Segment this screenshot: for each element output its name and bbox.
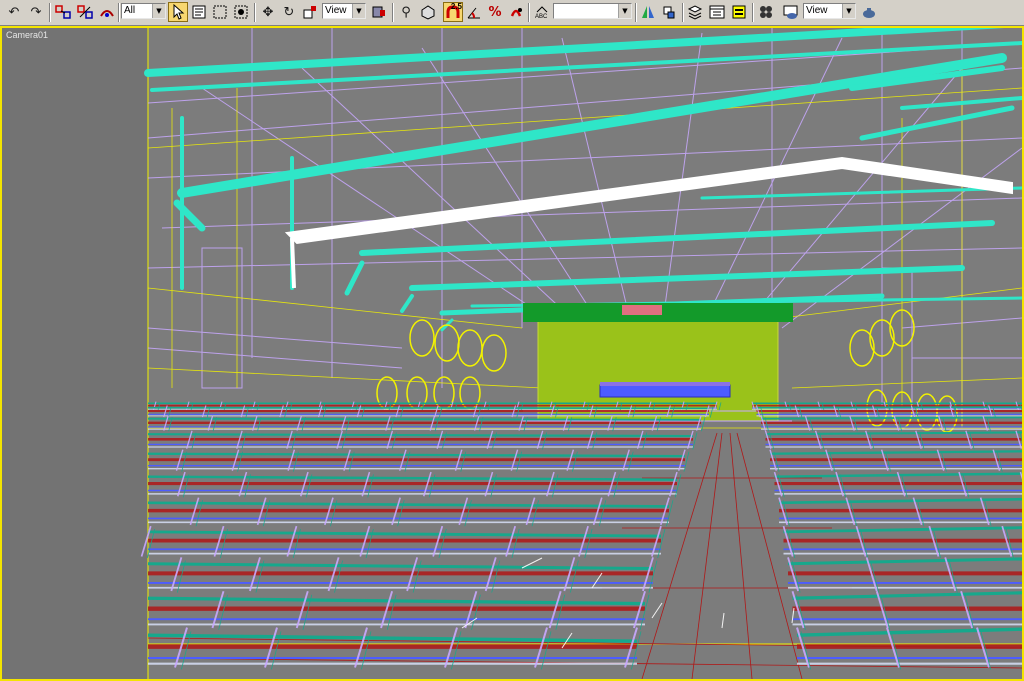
layer-manager-button[interactable] xyxy=(685,2,705,22)
unlink-button[interactable] xyxy=(75,2,95,22)
toolbar-separator xyxy=(49,3,51,22)
main-toolbar: ↶ ↷ All ▼ ✥ ↻ View ▼ ⚲ 2.5 % ABC ▼ View … xyxy=(0,0,1024,26)
spinner-snap-icon xyxy=(510,8,522,17)
manipulate-icon: ⚲ xyxy=(401,4,411,20)
schematic-icon xyxy=(732,5,746,19)
camera-viewport[interactable]: Camera01 xyxy=(0,26,1024,681)
link-icon xyxy=(55,5,71,19)
seating-block-right xyxy=(751,401,1022,670)
toolbar-separator xyxy=(635,3,637,22)
abc-brace-icon: ABC xyxy=(535,6,548,20)
redo-button[interactable]: ↷ xyxy=(26,2,46,22)
selection-rectangle-icon xyxy=(213,5,227,19)
toolbar-separator xyxy=(528,3,530,22)
render-view-dropdown[interactable]: View ▼ xyxy=(803,3,856,19)
align-icon xyxy=(663,6,675,19)
undo-icon: ↶ xyxy=(8,4,20,20)
selection-filter-value: All xyxy=(124,5,136,16)
window-crossing-button[interactable] xyxy=(231,2,251,22)
rotate-icon: ↻ xyxy=(283,4,295,20)
window-crossing-icon xyxy=(234,5,248,19)
spinner-snap-button[interactable] xyxy=(506,2,526,22)
material-editor-button[interactable] xyxy=(756,2,776,22)
align-button[interactable] xyxy=(659,2,679,22)
wireframe-scene xyxy=(2,28,1022,679)
material-spheres-icon xyxy=(760,6,772,18)
toolbar-separator xyxy=(254,3,256,22)
render-view-value: View xyxy=(806,5,828,16)
reference-coordinate-value: View xyxy=(325,5,347,16)
viewport-label[interactable]: Camera01 xyxy=(6,30,48,40)
selection-filter-dropdown[interactable]: All ▼ xyxy=(121,3,166,19)
white-beam-drop xyxy=(290,237,296,289)
keyboard-icon xyxy=(421,5,435,20)
teapot-icon xyxy=(863,8,875,18)
seating-block-left xyxy=(140,401,722,670)
quick-render-button[interactable] xyxy=(859,2,879,22)
bind-space-warp-button[interactable] xyxy=(97,2,117,22)
curve-editor-button[interactable] xyxy=(707,2,727,22)
mirror-button[interactable] xyxy=(638,2,658,22)
scale-icon xyxy=(303,6,316,19)
chevron-down-icon: ▼ xyxy=(352,4,365,18)
move-icon: ✥ xyxy=(262,4,274,20)
select-by-name-button[interactable] xyxy=(189,2,209,22)
keyboard-shortcut-override-button[interactable] xyxy=(418,2,438,22)
edit-named-selection-button[interactable]: ABC xyxy=(532,2,552,22)
layers-icon xyxy=(687,5,703,20)
percent-snap-icon: % xyxy=(488,4,502,20)
redo-icon: ↷ xyxy=(30,4,42,20)
pivot-center-button[interactable] xyxy=(369,2,389,22)
angle-snap-icon xyxy=(467,7,480,19)
chevron-down-icon: ▼ xyxy=(842,4,855,18)
percent-snap-button[interactable]: % xyxy=(485,2,505,22)
chevron-down-icon: ▼ xyxy=(152,4,165,18)
curve-editor-icon xyxy=(709,5,725,19)
bind-icon xyxy=(100,10,114,17)
toolbar-separator xyxy=(682,3,684,22)
render-setup-button[interactable] xyxy=(781,2,801,22)
teapot-render-icon xyxy=(783,5,798,19)
toolbar-separator xyxy=(392,3,394,22)
list-icon xyxy=(192,5,206,19)
reference-coordinate-dropdown[interactable]: View ▼ xyxy=(322,3,366,19)
svg-text:ABC: ABC xyxy=(535,14,548,20)
select-link-button[interactable] xyxy=(53,2,73,22)
scale-button[interactable] xyxy=(300,2,320,22)
toolbar-separator xyxy=(118,3,120,22)
snap-value-label: 2.5 xyxy=(450,2,462,11)
cursor-arrow-icon xyxy=(173,4,185,20)
pivot-icon xyxy=(372,6,385,18)
rotate-button[interactable]: ↻ xyxy=(279,2,299,22)
rectangular-selection-button[interactable] xyxy=(210,2,230,22)
toolbar-separator xyxy=(752,3,754,22)
mirror-icon xyxy=(642,6,654,18)
schematic-view-button[interactable] xyxy=(729,2,749,22)
select-object-button[interactable] xyxy=(168,2,188,22)
named-selection-dropdown[interactable]: ▼ xyxy=(553,3,632,19)
angle-snap-button[interactable] xyxy=(464,2,484,22)
select-manipulate-button[interactable]: ⚲ xyxy=(396,2,416,22)
move-button[interactable]: ✥ xyxy=(258,2,278,22)
undo-button[interactable]: ↶ xyxy=(4,2,24,22)
snaps-toggle-button[interactable]: 2.5 xyxy=(443,2,463,22)
chevron-down-icon: ▼ xyxy=(618,4,631,18)
unlink-icon xyxy=(77,5,93,19)
white-ceiling-beam xyxy=(284,156,1013,245)
left-wall-region xyxy=(2,28,148,679)
